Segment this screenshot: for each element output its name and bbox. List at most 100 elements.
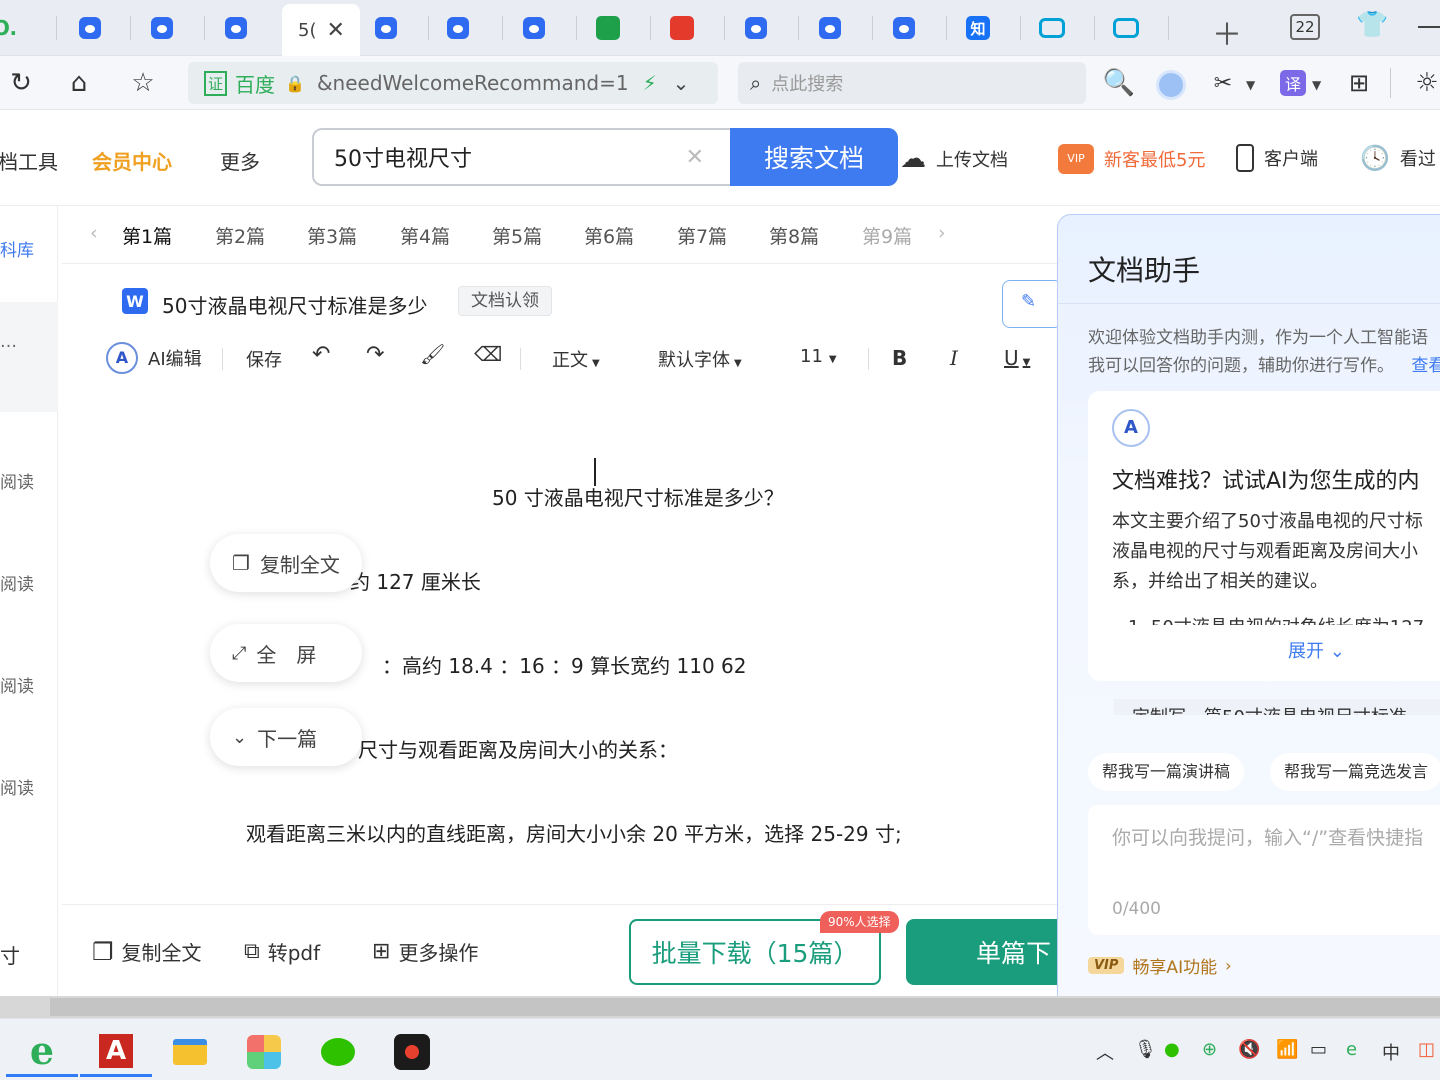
tab-qihoo[interactable]: O. xyxy=(0,6,30,50)
translate-icon[interactable]: 译 xyxy=(1280,70,1306,96)
tab-baidu-1[interactable] xyxy=(54,6,126,50)
client-link[interactable]: 客户端 xyxy=(1236,144,1318,172)
tab-red-grid[interactable] xyxy=(646,6,718,50)
show-hidden-icons[interactable]: ︿ xyxy=(1096,1039,1114,1065)
chapter-tab-8[interactable]: 第8篇 xyxy=(769,222,819,249)
promo-link[interactable]: VIP 新客最低5元 xyxy=(1058,144,1205,174)
rail-item-library[interactable]: 科库 xyxy=(0,236,34,261)
taskbar-wechat[interactable] xyxy=(302,1027,374,1077)
upload-doc-link[interactable]: ☁ 上传文档 xyxy=(900,144,1008,174)
tab-bilibili-2[interactable] xyxy=(1090,6,1162,50)
lightning-icon[interactable]: ⚡ xyxy=(643,71,657,95)
address-bar[interactable]: 证 百度 🔒 &needWelcomeRecommand=1 ⚡ ⌄ xyxy=(188,62,718,104)
prompt-chip-speech[interactable]: 帮我写一篇演讲稿 xyxy=(1088,753,1245,791)
search-go-icon[interactable]: 🔍 xyxy=(1103,68,1135,98)
notification-icon[interactable]: ◫ xyxy=(1418,1039,1435,1060)
tab-green-tool[interactable] xyxy=(572,6,644,50)
star-icon[interactable]: ☆ xyxy=(128,68,158,98)
redo-icon[interactable]: ↷ xyxy=(366,342,384,367)
expand-button[interactable]: 展开 ⌄ xyxy=(1288,637,1345,663)
home-icon[interactable]: ⌂ xyxy=(64,68,94,98)
chapter-tab-9[interactable]: 第9篇 xyxy=(862,222,912,249)
scissors-icon[interactable]: ✂ xyxy=(1208,68,1238,98)
history-link[interactable]: 🕓 看过 xyxy=(1360,144,1436,172)
style-select[interactable]: 正文 ▼ xyxy=(552,346,600,372)
browser-search-input[interactable]: ⌕ 点此搜索 xyxy=(738,62,1086,104)
extension-icon[interactable] xyxy=(1156,70,1186,100)
refresh-icon[interactable]: ↻ xyxy=(6,68,36,98)
security-tray-icon[interactable]: ⊕ xyxy=(1202,1039,1217,1060)
microphone-icon[interactable]: 🎙 xyxy=(1134,1039,1157,1060)
apps-grid-icon[interactable]: ⊞ xyxy=(1344,68,1374,98)
translate-dropdown-icon[interactable]: ▼ xyxy=(1312,78,1321,92)
tab-baidu-5[interactable] xyxy=(422,6,494,50)
taskbar-file-explorer[interactable] xyxy=(154,1027,226,1077)
browser-tray-icon[interactable]: e xyxy=(1346,1039,1357,1060)
chapter-tab-2[interactable]: 第2篇 xyxy=(215,222,265,249)
clear-search-icon[interactable]: ✕ xyxy=(686,145,704,170)
bold-button[interactable]: B xyxy=(892,346,907,370)
chapter-tab-7[interactable]: 第7篇 xyxy=(677,222,727,249)
more-actions-button[interactable]: ⊞ 更多操作 xyxy=(372,937,478,966)
tab-baidu-3[interactable] xyxy=(200,6,272,50)
vip-ai-link[interactable]: VIP 畅享AI功能 › xyxy=(1088,953,1232,978)
rail-item-more[interactable]: … xyxy=(0,332,17,352)
nav-more[interactable]: 更多 xyxy=(220,146,260,175)
nav-tools[interactable]: 档工具 xyxy=(0,146,58,175)
assistant-input[interactable]: 你可以向我提问，输入“/”查看快捷指 0/400 xyxy=(1088,805,1440,935)
tab-zhihu[interactable]: 知 xyxy=(942,6,1014,50)
scissors-dropdown-icon[interactable]: ▼ xyxy=(1246,78,1255,92)
tab-baidu-9[interactable] xyxy=(868,6,940,50)
scrollbar-thumb[interactable] xyxy=(50,998,1440,1016)
taskbar-photos[interactable] xyxy=(228,1027,300,1077)
horizontal-scrollbar[interactable] xyxy=(0,996,1440,1018)
tab-count-button[interactable]: 22 xyxy=(1290,14,1320,40)
font-select[interactable]: 默认字体 ▼ xyxy=(658,346,742,372)
taskbar-autocad[interactable]: A xyxy=(80,1027,152,1077)
doc-search-button[interactable]: 搜索文档 xyxy=(730,128,898,186)
eraser-icon[interactable]: ⌫ xyxy=(474,342,502,366)
to-pdf-button[interactable]: ⧉ 转pdf xyxy=(244,937,320,966)
taskbar-recorder[interactable] xyxy=(376,1027,448,1077)
shirt-icon[interactable]: 👕 xyxy=(1356,10,1388,40)
doc-search-input[interactable]: 50寸电视尺寸 ✕ xyxy=(312,128,732,186)
italic-button[interactable]: I xyxy=(950,346,958,370)
next-doc-float-button[interactable]: ⌄ 下一篇 xyxy=(210,708,362,766)
underline-button[interactable]: U ▼ xyxy=(1004,346,1030,370)
rail-item-read-4[interactable]: 阅读 xyxy=(0,774,34,799)
tab-baidu-2[interactable] xyxy=(126,6,198,50)
tab-baidu-4[interactable] xyxy=(350,6,422,50)
minimize-icon[interactable] xyxy=(1418,26,1440,28)
tab-baidu-7[interactable] xyxy=(720,6,792,50)
chapter-tab-1[interactable]: 第1篇 xyxy=(122,222,172,249)
rail-item-read-2[interactable]: 阅读 xyxy=(0,570,34,595)
chapter-tab-3[interactable]: 第3篇 xyxy=(307,222,357,249)
chapter-next-icon[interactable]: › xyxy=(938,222,946,244)
brightness-icon[interactable]: ☼ xyxy=(1412,68,1440,98)
suggestion-cut[interactable]: 定制写一篇50寸液晶电视尺寸标准 xyxy=(1114,699,1440,715)
tab-bilibili-1[interactable] xyxy=(1016,6,1088,50)
assistant-intro-link[interactable]: 查看 xyxy=(1411,356,1440,376)
tab-baidu-6[interactable] xyxy=(498,6,570,50)
edit-doc-button[interactable]: ✎ xyxy=(1002,280,1062,328)
rail-item-size[interactable]: 寸 xyxy=(0,940,20,969)
chapter-prev-icon[interactable]: ‹ xyxy=(90,222,98,244)
claim-doc-button[interactable]: 文档认领 xyxy=(458,286,552,316)
copy-all-button[interactable]: ❐ 复制全文 xyxy=(92,937,202,966)
taskbar-ie-browser[interactable]: e xyxy=(6,1027,78,1077)
new-tab-icon[interactable]: ＋ xyxy=(1212,10,1242,54)
wechat-tray-icon[interactable]: ● xyxy=(1164,1039,1180,1060)
copy-all-float-button[interactable]: ❐ 复制全文 xyxy=(210,534,362,592)
undo-icon[interactable]: ↶ xyxy=(312,342,330,367)
tab-active-document[interactable]: 5( ✕ xyxy=(282,4,360,56)
tab-baidu-8[interactable] xyxy=(794,6,866,50)
close-tab-icon[interactable]: ✕ xyxy=(326,18,344,43)
format-painter-icon[interactable]: 🖌 xyxy=(420,342,445,366)
battery-icon[interactable]: ▭ xyxy=(1310,1039,1327,1060)
volume-muted-icon[interactable]: 🔇 xyxy=(1238,1039,1260,1060)
prompt-chip-campaign[interactable]: 帮我写一篇竞选发言 xyxy=(1270,753,1440,791)
save-button[interactable]: 保存 xyxy=(246,346,282,372)
chevron-down-icon[interactable]: ⌄ xyxy=(673,71,690,95)
ai-edit-button[interactable]: A AI编辑 xyxy=(106,342,202,374)
rail-item-read-3[interactable]: 阅读 xyxy=(0,672,34,697)
